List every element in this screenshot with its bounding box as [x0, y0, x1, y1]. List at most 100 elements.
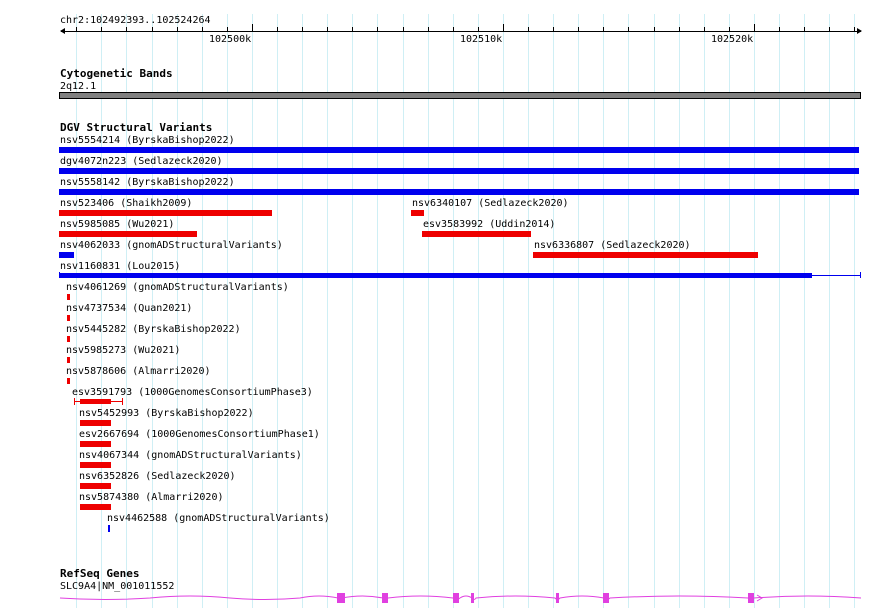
sv-end-mark [122, 398, 123, 405]
gene-exon[interactable] [471, 593, 474, 603]
ruler-minor-tick [403, 27, 404, 31]
sv-feature-label: nsv5445282 (ByrskaBishop2022) [66, 324, 241, 335]
sv-feature-label: nsv6352826 (Sedlazeck2020) [79, 471, 236, 482]
ruler-minor-tick [101, 27, 102, 31]
sv-feature-label: esv2667694 (1000GenomesConsortiumPhase1) [79, 429, 320, 440]
gene-exon[interactable] [382, 593, 388, 603]
sv-gain-bar[interactable] [108, 525, 110, 532]
grid-line [628, 14, 629, 608]
ruler-minor-tick [654, 27, 655, 31]
grid-line [679, 14, 680, 608]
sv-feature-label: nsv5985085 (Wu2021) [60, 219, 175, 230]
ruler[interactable]: 102500k 102510k 102520k [0, 0, 890, 50]
sv-loss-bar[interactable] [67, 357, 70, 363]
sv-gain-bar[interactable] [59, 273, 812, 278]
sv-gain-bar[interactable] [59, 189, 859, 195]
ruler-minor-tick [528, 27, 529, 31]
ruler-minor-tick [478, 27, 479, 31]
sv-loss-bar[interactable] [67, 294, 70, 300]
gene-intron-line [59, 595, 862, 600]
ruler-minor-tick [779, 27, 780, 31]
grid-line [804, 14, 805, 608]
ruler-major-label: 102500k [209, 34, 252, 45]
sv-gain-bar[interactable] [59, 168, 859, 174]
sv-feature-label: nsv6340107 (Sedlazeck2020) [412, 198, 569, 209]
grid-line [754, 14, 755, 608]
grid-line [503, 14, 504, 608]
sv-loss-bar[interactable] [80, 504, 111, 510]
ruler-right-arrow-icon [857, 28, 862, 34]
sv-feature-label: nsv5558142 (ByrskaBishop2022) [60, 177, 235, 188]
sv-loss-bar[interactable] [67, 336, 70, 342]
sv-feature-label: nsv5878606 (Almarri2020) [66, 366, 211, 377]
grid-line [352, 14, 353, 608]
grid-line [603, 14, 604, 608]
ruler-left-arrow-icon [60, 28, 65, 34]
genome-browser-view[interactable]: chr2:102492393..102524264 102500k 102510k… [0, 0, 890, 608]
sv-loss-bar[interactable] [59, 231, 197, 237]
ruler-minor-tick [152, 27, 153, 31]
sv-loss-bar[interactable] [80, 441, 111, 447]
ruler-minor-tick [854, 27, 855, 31]
sv-feature-label: nsv5874380 (Almarri2020) [79, 492, 224, 503]
sv-loss-bar[interactable] [67, 315, 70, 321]
gene-exon[interactable] [453, 593, 459, 603]
grid-line [553, 14, 554, 608]
sv-loss-bar[interactable] [80, 483, 111, 489]
grid-line [377, 14, 378, 608]
grid-line [729, 14, 730, 608]
ruler-major-tick [503, 24, 504, 31]
gene-exon[interactable] [603, 593, 609, 603]
grid-line [829, 14, 830, 608]
sv-feature-label: esv3583992 (Uddin2014) [423, 219, 556, 230]
sv-feature-label: nsv1160831 (Lou2015) [60, 261, 181, 272]
grid-line [854, 14, 855, 608]
ruler-minor-tick [277, 27, 278, 31]
ruler-major-tick [754, 24, 755, 31]
ruler-minor-tick [327, 27, 328, 31]
ruler-minor-tick [829, 27, 830, 31]
grid-line [478, 14, 479, 608]
sv-loss-bar[interactable] [59, 210, 272, 216]
dgv-track-title: DGV Structural Variants [60, 121, 213, 134]
gene-exon[interactable] [748, 593, 754, 603]
sv-gain-bar[interactable] [59, 147, 859, 153]
sv-loss-bar[interactable] [67, 378, 70, 384]
ruler-minor-tick [729, 27, 730, 31]
sv-feature-label: nsv4062033 (gnomADStructuralVariants) [60, 240, 283, 251]
sv-loss-bar[interactable] [80, 420, 111, 426]
sv-feature-label: nsv4061269 (gnomADStructuralVariants) [66, 282, 289, 293]
ruler-minor-tick [202, 27, 203, 31]
ruler-minor-tick [578, 27, 579, 31]
grid-line [453, 14, 454, 608]
sv-feature-label: nsv5554214 (ByrskaBishop2022) [60, 135, 235, 146]
gene-exon[interactable] [337, 593, 345, 603]
cytoband-track-title: Cytogenetic Bands [60, 67, 173, 80]
gene-exon[interactable] [556, 593, 559, 603]
ruler-minor-tick [377, 27, 378, 31]
sv-gain-bar[interactable] [59, 252, 74, 258]
sv-loss-bar[interactable] [422, 231, 531, 237]
sv-loss-bar[interactable] [533, 252, 758, 258]
refseq-gene-model[interactable] [0, 588, 890, 608]
ruler-minor-tick [603, 27, 604, 31]
cytoband-bar[interactable] [59, 92, 861, 99]
grid-line [578, 14, 579, 608]
ruler-minor-tick [704, 27, 705, 31]
sv-feature-label: nsv523406 (Shaikh2009) [60, 198, 193, 209]
sv-gain-tail [812, 275, 861, 276]
sv-end-mark [860, 272, 861, 278]
ruler-major-tick [252, 24, 253, 31]
sv-loss-bar[interactable] [80, 399, 111, 404]
sv-feature-label: nsv5985273 (Wu2021) [66, 345, 181, 356]
ruler-minor-tick [628, 27, 629, 31]
refseq-track-title: RefSeq Genes [60, 567, 140, 580]
ruler-major-label: 102510k [460, 34, 503, 45]
grid-line [428, 14, 429, 608]
sv-feature-label: nsv5452993 (ByrskaBishop2022) [79, 408, 254, 419]
sv-loss-bar[interactable] [80, 462, 111, 468]
sv-feature-label: nsv4737534 (Quan2021) [66, 303, 193, 314]
ruler-minor-tick [352, 27, 353, 31]
sv-loss-bar[interactable] [411, 210, 424, 216]
grid-line [779, 14, 780, 608]
